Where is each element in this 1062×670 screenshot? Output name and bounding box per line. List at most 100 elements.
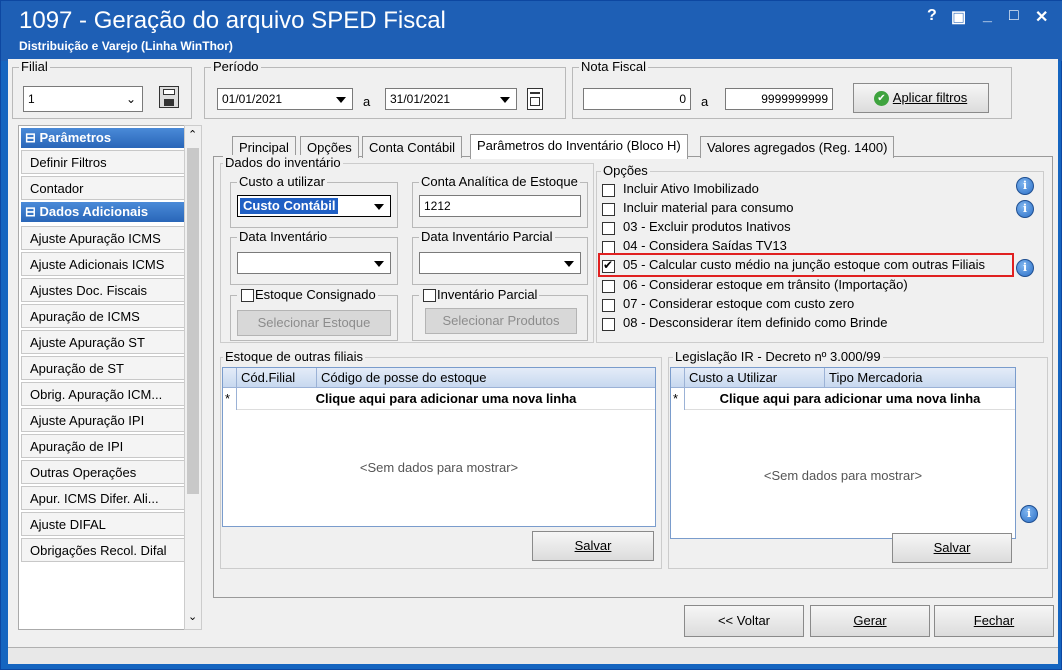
- nota-a-label: a: [701, 94, 709, 109]
- periodo-start-input[interactable]: 01/01/2021: [217, 88, 353, 110]
- voltar-button[interactable]: << Voltar: [684, 605, 804, 637]
- gerar-button[interactable]: Gerar: [810, 605, 930, 637]
- info-icon[interactable]: i: [1020, 505, 1038, 523]
- sidebar-item[interactable]: Ajuste Adicionais ICMS: [21, 252, 185, 276]
- chevron-up-icon[interactable]: ⌃: [188, 128, 197, 141]
- option-label: Incluir Ativo Imobilizado: [623, 181, 759, 196]
- gerar-label: Gerar: [853, 613, 887, 628]
- option-checkbox-ativo[interactable]: [602, 184, 615, 197]
- data-inventario-input[interactable]: [237, 252, 391, 274]
- save-button-estoque[interactable]: Salvar: [532, 531, 654, 561]
- nota-end-input[interactable]: 9999999999: [725, 88, 833, 110]
- sidebar-item-definir-filtros[interactable]: Definir Filtros: [21, 150, 185, 174]
- sidebar-item[interactable]: Ajustes Doc. Fiscais: [21, 278, 185, 302]
- sidebar-item[interactable]: Obrig. Apuração ICM...: [21, 382, 185, 406]
- inventario-parcial-group: Inventário Parcial Selecionar Produtos: [412, 287, 588, 341]
- new-row-marker: *: [671, 388, 685, 410]
- title-bar: 1097 - Geração do arquivo SPED Fiscal Di…: [1, 1, 1062, 61]
- option-label: 06 - Considerar estoque em trânsito (Imp…: [623, 277, 908, 292]
- data-inventario-group: Data Inventário: [230, 229, 398, 285]
- minimize-button[interactable]: _: [983, 7, 992, 25]
- periodo-a-label: a: [363, 94, 371, 109]
- grid-header-tipo[interactable]: Tipo Mercadoria: [825, 368, 1015, 388]
- sidebar-scrollbar[interactable]: ⌃ ⌄: [184, 125, 202, 630]
- sidebar-header-dados-adicionais[interactable]: ⊟ Dados Adicionais: [21, 202, 185, 222]
- tab-parametros-inventario[interactable]: Parâmetros do Inventário (Bloco H): [470, 134, 688, 159]
- sidebar-item-contador[interactable]: Contador: [21, 176, 185, 200]
- info-icon[interactable]: i: [1016, 177, 1034, 195]
- custo-label: Custo a utilizar: [237, 174, 327, 189]
- tab-valores-agregados[interactable]: Valores agregados (Reg. 1400): [700, 136, 895, 158]
- save-button-legislacao[interactable]: Salvar: [892, 533, 1012, 563]
- voltar-label: << Voltar: [717, 613, 771, 628]
- inventario-parcial-checkbox[interactable]: [423, 289, 436, 302]
- option-checkbox-material[interactable]: [602, 203, 615, 216]
- info-icon[interactable]: i: [1016, 200, 1034, 218]
- calendar-icon[interactable]: [527, 88, 543, 110]
- sidebar-item[interactable]: Ajuste Apuração IPI: [21, 408, 185, 432]
- option-checkbox-08[interactable]: [602, 318, 615, 331]
- sidebar-header-dados-label: Dados Adicionais: [39, 204, 149, 219]
- nota-start-input[interactable]: 0: [583, 88, 691, 110]
- estoque-filiais-label: Estoque de outras filiais: [223, 349, 366, 364]
- chevron-down-icon: [336, 97, 346, 103]
- apply-filters-button[interactable]: ✔ Aplicar filtros: [853, 83, 989, 113]
- grid-header-cod-filial[interactable]: Cód.Filial: [237, 368, 317, 388]
- legislacao-grid[interactable]: Custo a Utilizar Tipo Mercadoria * Cliqu…: [670, 367, 1016, 539]
- data-inventario-parcial-input[interactable]: [419, 252, 581, 274]
- app-window: 1097 - Geração do arquivo SPED Fiscal Di…: [0, 0, 1062, 670]
- estoque-filiais-grid[interactable]: Cód.Filial Código de posse do estoque * …: [222, 367, 656, 527]
- sidebar-header-parametros[interactable]: ⊟ Parâmetros: [21, 128, 185, 148]
- chevron-down-icon: [564, 261, 574, 267]
- scrollbar-thumb[interactable]: [187, 148, 199, 494]
- option-label: 07 - Considerar estoque com custo zero: [623, 296, 855, 311]
- sidebar-item[interactable]: Apur. ICMS Difer. Ali...: [21, 486, 185, 510]
- estoque-consignado-checkbox[interactable]: [241, 289, 254, 302]
- conta-label: Conta Analítica de Estoque: [419, 174, 580, 189]
- custo-value: Custo Contábil: [240, 198, 339, 214]
- selecionar-produtos-button[interactable]: Selecionar Produtos: [425, 308, 577, 334]
- sidebar-item[interactable]: Apuração de IPI: [21, 434, 185, 458]
- option-label: 05 - Calcular custo médio na junção esto…: [623, 257, 986, 272]
- option-checkbox-03[interactable]: [602, 222, 615, 235]
- add-row-button[interactable]: Clique aqui para adicionar uma nova linh…: [237, 388, 655, 410]
- selecionar-estoque-button[interactable]: Selecionar Estoque: [237, 310, 391, 336]
- sidebar: ⊟ Parâmetros Definir Filtros Contador ⊟ …: [18, 125, 188, 630]
- sidebar-item[interactable]: Outras Operações: [21, 460, 185, 484]
- fechar-button[interactable]: Fechar: [934, 605, 1054, 637]
- filial-group: Filial 1 ⌄: [12, 59, 192, 119]
- sidebar-item[interactable]: Ajuste Apuração ICMS: [21, 226, 185, 250]
- filial-select[interactable]: 1 ⌄: [23, 86, 143, 112]
- periodo-end-input[interactable]: 31/01/2021: [385, 88, 517, 110]
- sidebar-item[interactable]: Apuração de ST: [21, 356, 185, 380]
- sidebar-item[interactable]: Obrigações Recol. Difal: [21, 538, 185, 562]
- sidebar-item[interactable]: Apuração de ICMS: [21, 304, 185, 328]
- close-button[interactable]: ✕: [1035, 7, 1048, 27]
- option-checkbox-05[interactable]: [602, 258, 615, 273]
- client-area: Filial 1 ⌄ Período 01/01/2021 a 31/01/20…: [8, 59, 1058, 664]
- tab-conta-contabil[interactable]: Conta Contábil: [362, 136, 462, 158]
- estoque-consignado-label: Estoque Consignado: [237, 287, 378, 302]
- save-icon[interactable]: [159, 86, 179, 108]
- add-row-button[interactable]: Clique aqui para adicionar uma nova linh…: [685, 388, 1015, 410]
- help-button[interactable]: ?: [927, 7, 937, 25]
- sidebar-item[interactable]: Ajuste Apuração ST: [21, 330, 185, 354]
- chevron-down-icon: [374, 204, 384, 210]
- sidebar-item[interactable]: Ajuste DIFAL: [21, 512, 185, 536]
- grid-header-custo[interactable]: Custo a Utilizar: [685, 368, 825, 388]
- option-label: Incluir material para consumo: [623, 200, 794, 215]
- info-icon[interactable]: i: [1016, 259, 1034, 277]
- option-checkbox-06[interactable]: [602, 280, 615, 293]
- periodo-start-value: 01/01/2021: [222, 92, 283, 106]
- filial-label: Filial: [19, 59, 50, 74]
- option-checkbox-07[interactable]: [602, 299, 615, 312]
- conta-input[interactable]: 1212: [419, 195, 581, 217]
- custo-group: Custo a utilizar Custo Contábil: [230, 174, 398, 228]
- chevron-down-icon[interactable]: ⌄: [188, 610, 197, 623]
- grid-header-codigo-posse[interactable]: Código de posse do estoque: [317, 368, 655, 388]
- chevron-down-icon: ⌄: [125, 92, 136, 106]
- filial-value: 1: [28, 92, 35, 106]
- custo-select[interactable]: Custo Contábil: [237, 195, 391, 217]
- restore-icon[interactable]: ▣: [951, 7, 966, 27]
- maximize-button[interactable]: □: [1009, 7, 1019, 25]
